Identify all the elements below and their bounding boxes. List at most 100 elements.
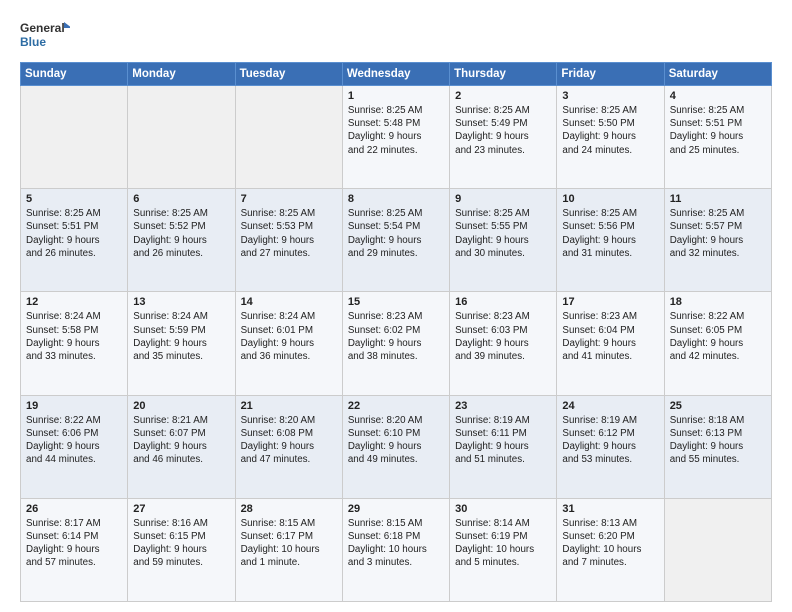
svg-text:Blue: Blue bbox=[20, 35, 46, 49]
cell-info-line: Daylight: 9 hours bbox=[670, 234, 766, 247]
cell-info-line: and 33 minutes. bbox=[26, 350, 122, 363]
calendar-cell: 2Sunrise: 8:25 AMSunset: 5:49 PMDaylight… bbox=[450, 86, 557, 189]
cell-info-line: Sunrise: 8:25 AM bbox=[670, 104, 766, 117]
cell-info-line: Daylight: 9 hours bbox=[670, 440, 766, 453]
cell-info-line: and 25 minutes. bbox=[670, 144, 766, 157]
calendar-cell: 20Sunrise: 8:21 AMSunset: 6:07 PMDayligh… bbox=[128, 395, 235, 498]
day-number: 28 bbox=[241, 503, 337, 515]
cell-info-line: Sunset: 6:12 PM bbox=[562, 427, 658, 440]
cell-info-line: Daylight: 9 hours bbox=[26, 440, 122, 453]
cell-info-line: Sunset: 5:50 PM bbox=[562, 117, 658, 130]
calendar-cell: 17Sunrise: 8:23 AMSunset: 6:04 PMDayligh… bbox=[557, 292, 664, 395]
day-number: 19 bbox=[26, 400, 122, 412]
cell-info-line: Daylight: 9 hours bbox=[348, 130, 444, 143]
cell-info-line: Sunset: 5:53 PM bbox=[241, 220, 337, 233]
cell-info-line: and 22 minutes. bbox=[348, 144, 444, 157]
cell-info-line: Daylight: 9 hours bbox=[241, 337, 337, 350]
cell-info-line: Daylight: 9 hours bbox=[348, 337, 444, 350]
cell-info-line: Sunrise: 8:22 AM bbox=[26, 414, 122, 427]
cell-info-line: and 27 minutes. bbox=[241, 247, 337, 260]
cell-info-line: Daylight: 9 hours bbox=[348, 440, 444, 453]
calendar-week-row: 19Sunrise: 8:22 AMSunset: 6:06 PMDayligh… bbox=[21, 395, 772, 498]
cell-info-line: Sunset: 6:11 PM bbox=[455, 427, 551, 440]
cell-info-line: Sunrise: 8:20 AM bbox=[348, 414, 444, 427]
day-number: 24 bbox=[562, 400, 658, 412]
calendar-cell: 8Sunrise: 8:25 AMSunset: 5:54 PMDaylight… bbox=[342, 189, 449, 292]
calendar-cell: 9Sunrise: 8:25 AMSunset: 5:55 PMDaylight… bbox=[450, 189, 557, 292]
calendar-cell: 3Sunrise: 8:25 AMSunset: 5:50 PMDaylight… bbox=[557, 86, 664, 189]
cell-info-line: and 39 minutes. bbox=[455, 350, 551, 363]
cell-info-line: Sunrise: 8:25 AM bbox=[348, 207, 444, 220]
cell-info-line: Sunset: 5:51 PM bbox=[26, 220, 122, 233]
calendar-cell: 22 Sunrise: 8:20 AMSunset: 6:10 PMDayligh… bbox=[342, 395, 449, 498]
calendar-cell: 29Sunrise: 8:15 AMSunset: 6:18 PMDayligh… bbox=[342, 498, 449, 601]
cell-info-line: Daylight: 10 hours bbox=[455, 543, 551, 556]
header: General Blue bbox=[20, 18, 772, 54]
day-number: 3 bbox=[562, 90, 658, 102]
day-number: 15 bbox=[348, 296, 444, 308]
day-number: 22 bbox=[348, 400, 444, 412]
cell-info-line: Sunrise: 8:13 AM bbox=[562, 517, 658, 530]
cell-info-line: and 51 minutes. bbox=[455, 453, 551, 466]
calendar-cell: 31Sunrise: 8:13 AMSunset: 6:20 PMDayligh… bbox=[557, 498, 664, 601]
calendar-cell bbox=[128, 86, 235, 189]
cell-info-line: Daylight: 9 hours bbox=[26, 234, 122, 247]
cell-info-line: Sunrise: 8:23 AM bbox=[455, 310, 551, 323]
cell-info-line: and 36 minutes. bbox=[241, 350, 337, 363]
logo-svg: General Blue bbox=[20, 18, 70, 54]
page: General Blue SundayMondayTuesdayWednesda… bbox=[0, 0, 792, 612]
weekday-header: Wednesday bbox=[342, 63, 449, 86]
day-number: 10 bbox=[562, 193, 658, 205]
cell-info-line: Daylight: 9 hours bbox=[670, 130, 766, 143]
cell-info-line: Daylight: 9 hours bbox=[455, 130, 551, 143]
cell-info-line: and 46 minutes. bbox=[133, 453, 229, 466]
cell-info-line: Sunrise: 8:15 AM bbox=[241, 517, 337, 530]
calendar-week-row: 5Sunrise: 8:25 AMSunset: 5:51 PMDaylight… bbox=[21, 189, 772, 292]
cell-info-line: Sunset: 6:10 PM bbox=[348, 427, 444, 440]
cell-info-line: Sunrise: 8:25 AM bbox=[133, 207, 229, 220]
cell-info-line: Sunset: 5:58 PM bbox=[26, 324, 122, 337]
calendar-cell: 10Sunrise: 8:25 AMSunset: 5:56 PMDayligh… bbox=[557, 189, 664, 292]
cell-info-line: and 1 minute. bbox=[241, 556, 337, 569]
cell-info-line: Daylight: 9 hours bbox=[26, 337, 122, 350]
calendar-cell: 28Sunrise: 8:15 AMSunset: 6:17 PMDayligh… bbox=[235, 498, 342, 601]
cell-info-line: Sunrise: 8:25 AM bbox=[455, 104, 551, 117]
day-number: 5 bbox=[26, 193, 122, 205]
cell-info-line: and 29 minutes. bbox=[348, 247, 444, 260]
cell-info-line: and 47 minutes. bbox=[241, 453, 337, 466]
day-number: 25 bbox=[670, 400, 766, 412]
day-number: 27 bbox=[133, 503, 229, 515]
day-number: 4 bbox=[670, 90, 766, 102]
calendar-cell: 30Sunrise: 8:14 AMSunset: 6:19 PMDayligh… bbox=[450, 498, 557, 601]
cell-info-line: Sunrise: 8:25 AM bbox=[670, 207, 766, 220]
weekday-header: Saturday bbox=[664, 63, 771, 86]
cell-info-line: and 31 minutes. bbox=[562, 247, 658, 260]
cell-info-line: Sunrise: 8:25 AM bbox=[26, 207, 122, 220]
day-number: 8 bbox=[348, 193, 444, 205]
cell-info-line: and 24 minutes. bbox=[562, 144, 658, 157]
cell-info-line: Sunrise: 8:17 AM bbox=[26, 517, 122, 530]
day-number: 21 bbox=[241, 400, 337, 412]
cell-info-line: and 49 minutes. bbox=[348, 453, 444, 466]
cell-info-line: Sunrise: 8:23 AM bbox=[562, 310, 658, 323]
day-number: 14 bbox=[241, 296, 337, 308]
cell-info-line: Daylight: 9 hours bbox=[241, 440, 337, 453]
cell-info-line: Sunset: 6:19 PM bbox=[455, 530, 551, 543]
cell-info-line: Daylight: 9 hours bbox=[241, 234, 337, 247]
day-number: 6 bbox=[133, 193, 229, 205]
day-number: 1 bbox=[348, 90, 444, 102]
cell-info-line: Sunset: 6:06 PM bbox=[26, 427, 122, 440]
cell-info-line: Sunset: 6:20 PM bbox=[562, 530, 658, 543]
calendar-cell: 14Sunrise: 8:24 AMSunset: 6:01 PMDayligh… bbox=[235, 292, 342, 395]
cell-info-line: and 26 minutes. bbox=[26, 247, 122, 260]
cell-info-line: Sunrise: 8:23 AM bbox=[348, 310, 444, 323]
cell-info-line: Sunrise: 8:25 AM bbox=[348, 104, 444, 117]
weekday-header: Friday bbox=[557, 63, 664, 86]
calendar-cell: 4Sunrise: 8:25 AMSunset: 5:51 PMDaylight… bbox=[664, 86, 771, 189]
cell-info-line: Sunset: 6:15 PM bbox=[133, 530, 229, 543]
day-number: 16 bbox=[455, 296, 551, 308]
cell-info-line: Daylight: 9 hours bbox=[562, 440, 658, 453]
day-number: 7 bbox=[241, 193, 337, 205]
cell-info-line: Daylight: 9 hours bbox=[455, 440, 551, 453]
svg-text:General: General bbox=[20, 21, 65, 35]
